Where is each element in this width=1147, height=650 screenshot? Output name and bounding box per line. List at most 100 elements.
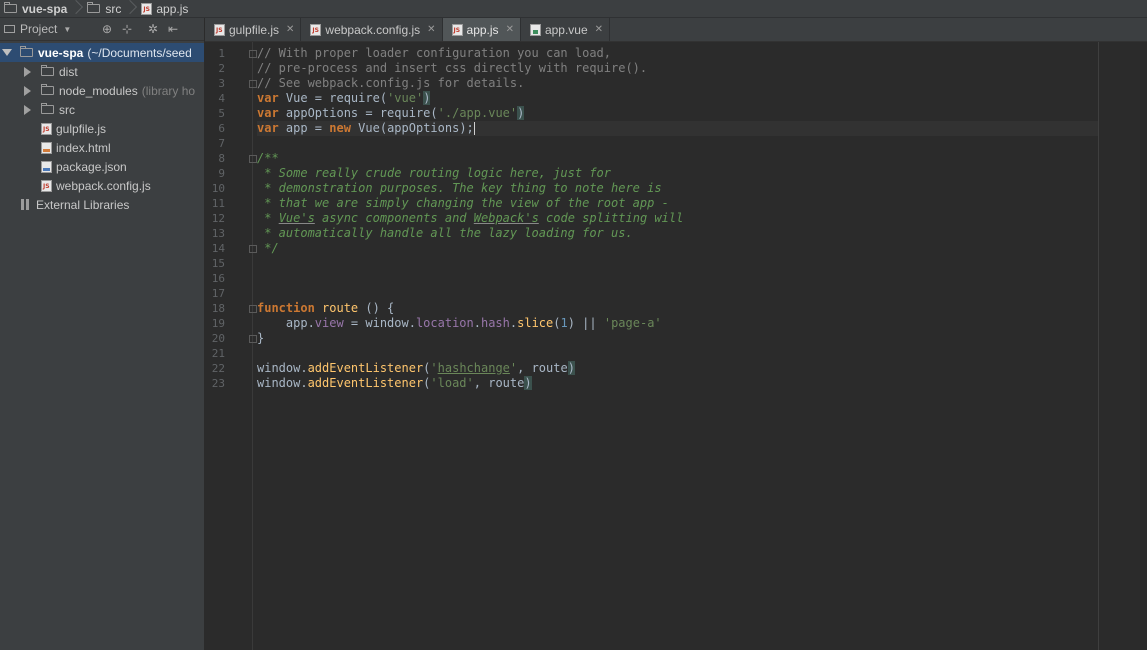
json-file-icon — [41, 160, 52, 173]
close-icon[interactable]: ✕ — [595, 24, 603, 35]
code-line[interactable]: app.view = window.location.hash.slice(1)… — [257, 316, 1098, 331]
code-line[interactable]: window.addEventListener('load', route) — [257, 376, 1098, 391]
close-icon[interactable]: ✕ — [506, 24, 514, 35]
project-tree: vue-spa (~/Documents/seed dist node_modules… — [0, 41, 204, 214]
folder-icon — [20, 46, 33, 57]
collapse-arrow-icon[interactable] — [24, 85, 31, 96]
collapse-arrow-icon[interactable] — [24, 66, 31, 77]
scroll-from-source-icon[interactable]: ⊕ — [98, 20, 116, 38]
tree-item-package-json[interactable]: package.json — [0, 157, 204, 176]
line-number: 4 — [218, 92, 225, 105]
code-line[interactable] — [257, 271, 1098, 286]
right-margin-guide — [1098, 42, 1099, 650]
code-line[interactable] — [257, 256, 1098, 271]
line-number: 20 — [211, 332, 225, 345]
breadcrumb-label: app.js — [156, 1, 189, 16]
line-number: 9 — [218, 167, 225, 180]
code-line[interactable]: // See webpack.config.js for details. — [257, 76, 1098, 91]
tree-item-node-modules[interactable]: node_modules (library ho — [0, 81, 204, 100]
code-line[interactable]: * that we are simply changing the view o… — [257, 196, 1098, 211]
tree-item-vue-spa[interactable]: vue-spa (~/Documents/seed — [0, 43, 204, 62]
tree-item-dist[interactable]: dist — [0, 62, 204, 81]
tab-label: gulpfile.js — [229, 22, 280, 37]
tree-item-webpack-config-js[interactable]: JS webpack.config.js — [0, 176, 204, 195]
collapse-all-icon[interactable]: ⊹ — [118, 20, 136, 38]
tree-item-external-libraries[interactable]: External Libraries — [0, 195, 204, 214]
fold-marker-icon[interactable] — [249, 335, 257, 343]
line-number: 2 — [218, 62, 225, 75]
fold-marker-icon[interactable] — [249, 155, 257, 163]
project-view-selector[interactable]: Project ▼ — [4, 22, 96, 36]
line-number: 7 — [218, 137, 225, 150]
code-line[interactable]: // With proper loader configuration you … — [257, 46, 1098, 61]
tree-item-gulpfile-js[interactable]: JS gulpfile.js — [0, 119, 204, 138]
code-line[interactable]: * Some really crude routing logic here, … — [257, 166, 1098, 181]
project-panel-title: Project — [20, 22, 58, 36]
code-line[interactable]: window.addEventListener('hashchange', ro… — [257, 361, 1098, 376]
fold-marker-icon[interactable] — [249, 305, 257, 313]
code-line[interactable]: } — [257, 331, 1098, 346]
collapse-arrow-icon[interactable] — [24, 104, 31, 115]
code-line[interactable] — [257, 136, 1098, 151]
code-line[interactable]: */ — [257, 241, 1098, 256]
tree-item-label: index.html — [56, 140, 111, 155]
tree-item-index-html[interactable]: index.html — [0, 138, 204, 157]
folder-icon — [87, 2, 101, 13]
line-number: 1 — [218, 47, 225, 60]
expand-arrow-icon[interactable] — [2, 49, 12, 56]
code-editor[interactable]: 1 2 3 4 5 6 7 8 9 10 11 12 13 14 15 16 17 18 19 20 21 22 23 //… — [205, 42, 1147, 650]
code-line[interactable] — [257, 346, 1098, 361]
breadcrumb-label: src — [105, 1, 122, 16]
folder-icon — [41, 65, 54, 76]
code-line[interactable]: /** — [257, 151, 1098, 166]
tab-app-vue[interactable]: app.vue ✕ — [521, 18, 611, 41]
folder-icon — [41, 103, 54, 114]
breadcrumb-item[interactable]: src — [83, 0, 137, 17]
line-number: 14 — [211, 242, 225, 255]
project-panel-header: Project ▼ ⊕ ⊹ ✲ ⇤ — [0, 18, 204, 41]
code-line[interactable]: var app = new Vue(appOptions); — [257, 121, 1098, 136]
js-file-icon: JS — [141, 2, 153, 15]
tree-item-label: vue-spa — [38, 45, 84, 60]
code-line[interactable]: * demonstration purposes. The key thing … — [257, 181, 1098, 196]
code-area[interactable]: // With proper loader configuration you … — [257, 46, 1098, 391]
tab-app-js[interactable]: JS app.js ✕ — [442, 18, 521, 41]
js-file-icon: JS — [214, 23, 225, 36]
close-icon[interactable]: ✕ — [427, 24, 435, 35]
line-number: 21 — [211, 347, 225, 360]
code-line[interactable]: // pre-process and insert css directly w… — [257, 61, 1098, 76]
fold-marker-icon[interactable] — [249, 80, 257, 88]
line-number: 18 — [211, 302, 225, 315]
tab-label: app.vue — [544, 22, 588, 37]
code-line[interactable] — [257, 286, 1098, 301]
fold-marker-icon[interactable] — [249, 50, 257, 58]
hide-panel-icon[interactable]: ⇤ — [164, 20, 182, 38]
gear-icon[interactable]: ✲ — [144, 20, 162, 38]
line-number: 23 — [211, 377, 225, 390]
js-file-icon: JS — [451, 23, 463, 36]
tree-item-label: gulpfile.js — [56, 121, 107, 136]
fold-marker-icon[interactable] — [249, 245, 257, 253]
tree-item-note: (library ho — [141, 83, 196, 98]
code-line[interactable]: * Vue's async components and Webpack's c… — [257, 211, 1098, 226]
code-line[interactable]: var appOptions = require('./app.vue') — [257, 106, 1098, 121]
code-line[interactable]: * automatically handle all the lazy load… — [257, 226, 1098, 241]
line-number-gutter: 1 2 3 4 5 6 7 8 9 10 11 12 13 14 15 16 17 18 19 20 21 22 23 — [205, 46, 249, 391]
tab-gulpfile-js[interactable]: JS gulpfile.js ✕ — [205, 18, 302, 41]
line-number: 3 — [218, 77, 225, 90]
code-line[interactable]: function route () { — [257, 301, 1098, 316]
line-number: 12 — [211, 212, 225, 225]
vue-file-icon — [529, 23, 541, 36]
breadcrumb-label: vue-spa — [22, 1, 68, 16]
tab-label: webpack.config.js — [325, 22, 421, 37]
breadcrumb-item[interactable]: JS app.js — [137, 0, 192, 17]
folder-icon — [41, 84, 54, 95]
code-line[interactable]: var Vue = require('vue') — [257, 91, 1098, 106]
editor-tabs: JS gulpfile.js ✕ JS webpack.config.js ✕ JS app.… — [205, 18, 1147, 42]
tree-item-src[interactable]: src — [0, 100, 204, 119]
line-number: 19 — [211, 317, 225, 330]
breadcrumb-item[interactable]: vue-spa — [0, 0, 83, 17]
line-number: 15 — [211, 257, 225, 270]
tab-webpack-config-js[interactable]: JS webpack.config.js ✕ — [301, 18, 443, 41]
close-icon[interactable]: ✕ — [286, 24, 294, 35]
